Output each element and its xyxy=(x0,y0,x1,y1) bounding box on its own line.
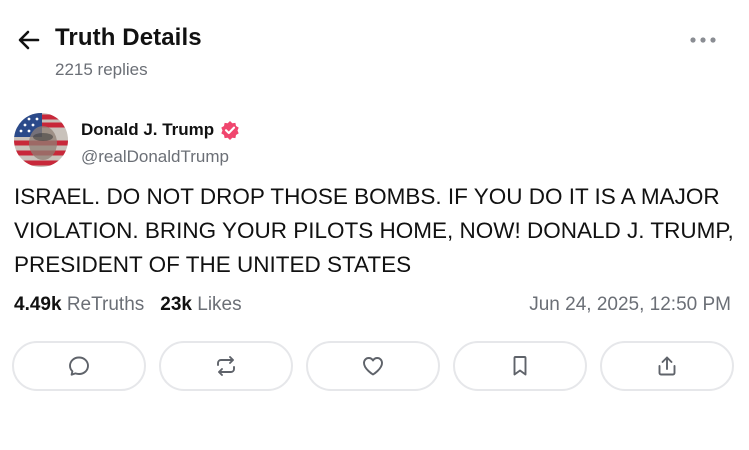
author-handle[interactable]: @realDonaldTrump xyxy=(81,147,229,167)
back-button[interactable] xyxy=(16,27,42,53)
likes-count: 23k xyxy=(160,294,192,315)
avatar[interactable] xyxy=(14,113,68,167)
likes-label: Likes xyxy=(197,294,242,315)
likes-stat[interactable]: 23k Likes xyxy=(160,294,241,316)
header: Truth Details 2215 replies xyxy=(0,0,749,90)
reply-button[interactable] xyxy=(12,341,146,391)
author-row: Donald J. Trump xyxy=(81,118,240,142)
arrow-left-icon xyxy=(18,30,40,50)
author-name[interactable]: Donald J. Trump xyxy=(81,120,214,140)
heart-icon xyxy=(363,357,383,376)
bookmark-button[interactable] xyxy=(453,341,587,391)
retruths-label: ReTruths xyxy=(66,294,145,315)
retruths-stat[interactable]: 4.49k ReTruths xyxy=(14,294,144,316)
share-icon xyxy=(658,356,676,376)
replies-count: 2215 replies xyxy=(55,60,148,79)
share-button[interactable] xyxy=(600,341,734,391)
post-text: ISRAEL. DO NOT DROP THOSE BOMBS. IF YOU … xyxy=(14,184,734,277)
avatar-image xyxy=(14,113,68,167)
more-horizontal-icon xyxy=(690,37,716,43)
action-bar xyxy=(12,341,734,395)
more-options-button[interactable] xyxy=(688,30,718,50)
page-title: Truth Details xyxy=(55,24,202,51)
post-timestamp: Jun 24, 2025, 12:50 PM xyxy=(529,294,731,315)
verified-badge-icon xyxy=(221,121,239,140)
retruth-icon xyxy=(217,356,235,376)
reply-icon xyxy=(69,356,89,376)
post-stats: 4.49k ReTruths 23k Likes xyxy=(14,294,258,316)
bookmark-icon xyxy=(513,356,527,376)
like-button[interactable] xyxy=(306,341,440,391)
retruth-button[interactable] xyxy=(159,341,293,391)
retruths-count: 4.49k xyxy=(14,294,62,315)
